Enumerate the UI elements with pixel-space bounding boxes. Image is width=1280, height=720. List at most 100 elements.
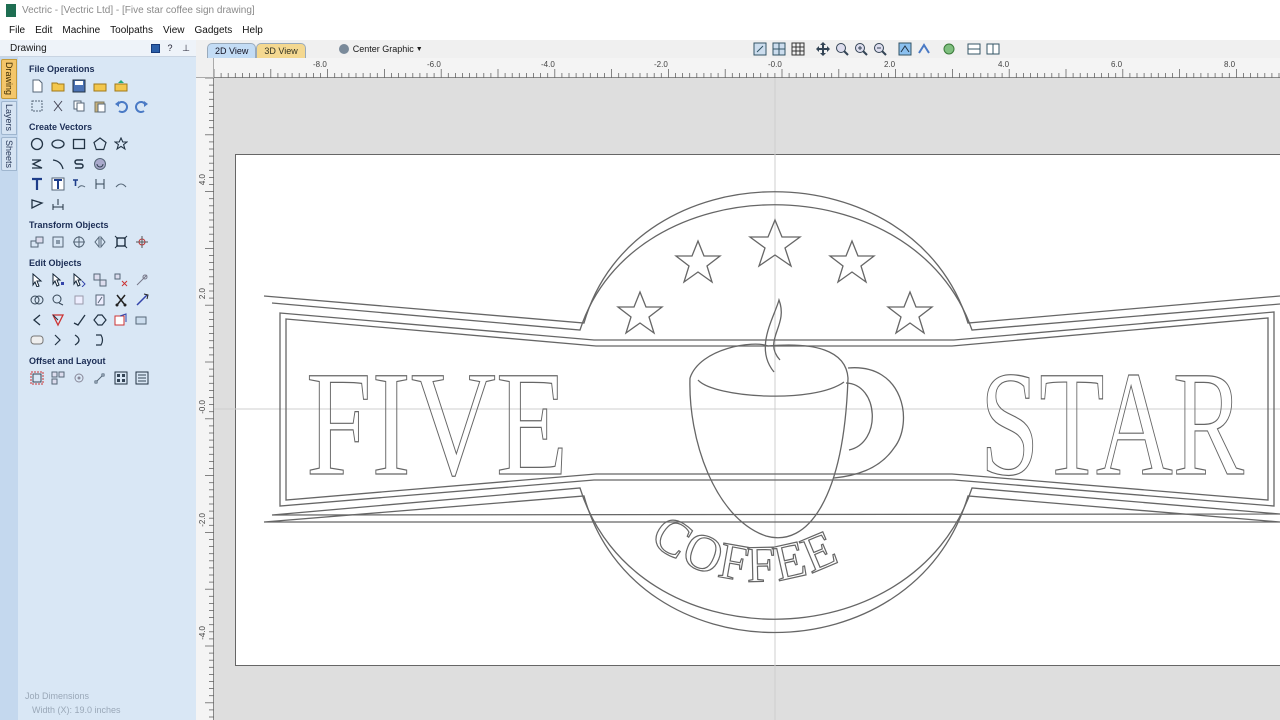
move-icon[interactable] (29, 235, 44, 250)
subtract-icon[interactable] (29, 293, 44, 308)
snap-grid-icon[interactable] (771, 41, 786, 56)
polyline-icon[interactable] (29, 157, 44, 172)
section-create-vectors: Create Vectors (29, 122, 93, 132)
ruler-label-y: -0.0 (198, 400, 207, 414)
mirror-icon[interactable] (92, 235, 107, 250)
chamfer-icon[interactable] (50, 313, 65, 328)
tangent-icon[interactable] (71, 313, 86, 328)
text-on-curve-icon[interactable] (71, 177, 86, 192)
panel-dock-icon[interactable] (151, 43, 160, 53)
menu-toolpaths[interactable]: Toolpaths (105, 25, 158, 36)
curve-fit-icon[interactable] (71, 333, 86, 348)
layout-tabs-icon[interactable] (985, 41, 1000, 56)
draw-tool-icon[interactable] (29, 197, 44, 212)
ellipse-icon[interactable] (50, 137, 65, 152)
snap-options-icon[interactable] (897, 41, 912, 56)
smart-join-icon[interactable] (92, 293, 107, 308)
center-graphic-dropdown[interactable]: Center Graphic ▼ (338, 44, 423, 54)
zoom-box-icon[interactable] (834, 41, 849, 56)
dimension-icon[interactable] (92, 177, 107, 192)
copy-icon[interactable] (71, 99, 86, 114)
ruler-label-x: 6.0 (1111, 60, 1123, 69)
join-open-icon[interactable] (50, 333, 65, 348)
curve-end-icon[interactable] (92, 333, 107, 348)
intersect-icon[interactable] (50, 293, 65, 308)
help-icon[interactable]: ? (164, 42, 176, 54)
undo-icon[interactable] (113, 99, 128, 114)
tab-3d-view[interactable]: 3D View (256, 43, 306, 58)
cut-icon[interactable] (50, 99, 65, 114)
menu-machine[interactable]: Machine (57, 25, 105, 36)
extend-icon[interactable] (134, 293, 149, 308)
zoom-to-fit-icon[interactable] (752, 41, 767, 56)
drawing-canvas[interactable]: FIVE STAR COFFEE (214, 78, 1280, 720)
tab-2d-view[interactable]: 2D View (207, 43, 257, 58)
offset-icon[interactable] (29, 371, 44, 386)
trim-icon[interactable] (113, 293, 128, 308)
measure-icon[interactable] (50, 197, 65, 212)
ungroup-icon[interactable] (113, 273, 128, 288)
layout-split-icon[interactable] (966, 41, 981, 56)
menu-view[interactable]: View (158, 25, 190, 36)
sign-drawing[interactable]: FIVE STAR COFFEE (214, 78, 1280, 720)
menu-help[interactable]: Help (237, 25, 268, 36)
paste-icon[interactable] (92, 99, 107, 114)
steam (764, 297, 782, 373)
weld-icon[interactable] (134, 273, 149, 288)
pin-icon[interactable]: ⊥ (180, 42, 192, 54)
save-icon[interactable] (71, 79, 86, 94)
dynamic-snap-icon[interactable] (916, 41, 931, 56)
menu-gadgets[interactable]: Gadgets (189, 25, 237, 36)
text-icon[interactable] (29, 177, 44, 192)
app-logo-icon (6, 4, 16, 17)
tab-layers[interactable]: Layers (1, 101, 17, 135)
circle-icon[interactable] (29, 137, 44, 152)
zoom-in-icon[interactable] (853, 41, 868, 56)
select-icon[interactable] (29, 273, 44, 288)
vector-texture-icon[interactable] (29, 333, 44, 348)
tab-sheets[interactable]: Sheets (1, 137, 17, 171)
arc-icon[interactable] (50, 157, 65, 172)
rotate-icon[interactable] (113, 235, 128, 250)
close-vector-icon[interactable] (92, 313, 107, 328)
tab-drawing[interactable]: Drawing (1, 59, 17, 99)
spiral-icon[interactable] (92, 157, 107, 172)
curve-icon[interactable] (71, 157, 86, 172)
interactive-select-icon[interactable] (71, 273, 86, 288)
circular-array-icon[interactable] (134, 371, 149, 386)
fit-curves-icon[interactable] (113, 313, 128, 328)
sign-arc-text-path: COFFEE (642, 504, 846, 595)
new-file-icon[interactable] (29, 79, 44, 94)
import-bitmap-icon[interactable] (113, 79, 128, 94)
import-icon[interactable] (92, 79, 107, 94)
overlap-icon[interactable] (71, 293, 86, 308)
block-copy-icon[interactable] (113, 371, 128, 386)
fillet-icon[interactable] (29, 313, 44, 328)
polygon-icon[interactable] (92, 137, 107, 152)
render-icon[interactable] (941, 41, 956, 56)
align-icon[interactable] (50, 235, 65, 250)
bitmap-trace-icon[interactable] (134, 313, 149, 328)
redo-icon[interactable] (134, 99, 149, 114)
menu-file[interactable]: File (4, 25, 30, 36)
node-edit-icon[interactable] (50, 273, 65, 288)
open-file-icon[interactable] (50, 79, 65, 94)
star-icon[interactable] (113, 137, 128, 152)
menu-edit[interactable]: Edit (30, 25, 57, 36)
pan-icon[interactable] (815, 41, 830, 56)
distort-icon[interactable] (134, 235, 149, 250)
sign-word-left: FIVE (306, 341, 568, 507)
scale-icon[interactable] (71, 235, 86, 250)
grid-icon[interactable] (790, 41, 805, 56)
rectangle-icon[interactable] (71, 137, 86, 152)
nest-icon[interactable] (50, 371, 65, 386)
zoom-out-icon[interactable] (872, 41, 887, 56)
ruler-label-x: -2.0 (654, 60, 668, 69)
array-icon[interactable] (71, 371, 86, 386)
group-icon[interactable] (92, 273, 107, 288)
copy-along-icon[interactable] (92, 371, 107, 386)
text-box-icon[interactable] (50, 177, 65, 192)
text-arc-icon[interactable] (113, 177, 128, 192)
ruler-corner[interactable] (196, 58, 214, 78)
job-setup-icon[interactable] (29, 99, 44, 114)
